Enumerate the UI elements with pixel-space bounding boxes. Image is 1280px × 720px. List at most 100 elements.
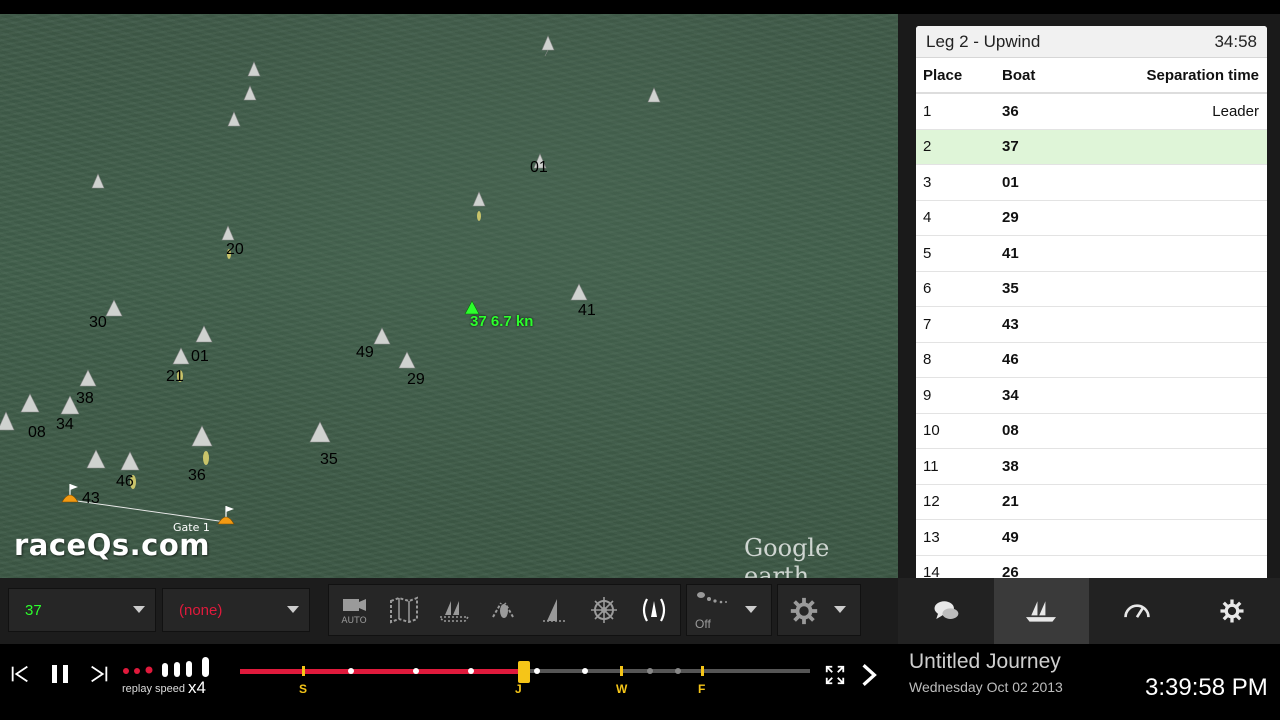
- row-place: 6: [923, 280, 932, 298]
- row-boat: 46: [1002, 351, 1019, 369]
- table-row-selected[interactable]: 2 37: [916, 129, 1267, 165]
- tab-chat[interactable]: [898, 578, 994, 644]
- chevron-down-icon: [287, 606, 299, 613]
- playback-bar: replay speed x4: [0, 644, 898, 706]
- row-boat: 36: [1002, 102, 1019, 120]
- table-row[interactable]: 9 34: [916, 378, 1267, 414]
- trail-icon: [697, 592, 727, 604]
- table-row[interactable]: 11 38: [916, 449, 1267, 485]
- compare-boat-select[interactable]: (none): [162, 588, 310, 632]
- row-place: 5: [923, 244, 932, 262]
- view-toolbar: AUTO: [328, 584, 681, 636]
- boat-label: 01: [530, 159, 548, 176]
- heel-view-button[interactable]: [629, 588, 679, 632]
- step-forward-icon[interactable]: [88, 663, 110, 685]
- camera-auto-button[interactable]: AUTO: [329, 588, 379, 632]
- boat-marker: [105, 299, 123, 317]
- timeline-marker-w[interactable]: [620, 666, 623, 676]
- laylines-button[interactable]: [479, 588, 529, 632]
- replay-speed-control[interactable]: replay speed x4: [122, 656, 214, 702]
- panel-tabs: [898, 578, 1280, 644]
- timeline-dot: [413, 668, 419, 674]
- timeline-marker-label: S: [299, 682, 308, 696]
- table-row[interactable]: 12 21: [916, 485, 1267, 520]
- timeline-marker-label: J: [515, 682, 522, 696]
- boat-label: 34: [56, 416, 74, 433]
- boat-label: 08: [28, 424, 46, 441]
- helm-view-button[interactable]: [579, 588, 629, 632]
- row-place: 7: [923, 315, 932, 333]
- tab-leaderboard[interactable]: [993, 578, 1089, 644]
- boat-marker: [91, 173, 105, 189]
- tab-settings[interactable]: [1185, 578, 1280, 644]
- row-place: 4: [923, 209, 932, 227]
- boat-label: 46: [116, 473, 134, 490]
- boat-marker: [541, 35, 555, 57]
- table-row[interactable]: 7 43: [916, 307, 1267, 343]
- trail-select[interactable]: Off: [686, 584, 772, 636]
- timeline-dot: [534, 668, 540, 674]
- timeline-marker-f[interactable]: [701, 666, 704, 676]
- timeline-progress: [240, 669, 522, 674]
- timeline-dot: [647, 668, 653, 674]
- boat-label: 36: [188, 467, 206, 484]
- table-row[interactable]: 3 01: [916, 165, 1267, 201]
- boat-marker: [570, 283, 588, 301]
- trail-value: Off: [695, 617, 711, 631]
- boat-label: 20: [226, 241, 244, 258]
- row-place: 13: [923, 528, 940, 546]
- row-place: 3: [923, 173, 932, 191]
- boat-layer: [0, 35, 661, 525]
- boat-label: 21: [166, 368, 184, 385]
- leaderboard: Leg 2 - Upwind 34:58 Place Boat Separati…: [916, 26, 1267, 578]
- timeline-scrubber[interactable]: [518, 661, 530, 683]
- row-place: 11: [923, 457, 939, 475]
- row-boat: 29: [1002, 209, 1019, 227]
- timeline-dot: [348, 668, 354, 674]
- laylines-icon: [492, 602, 514, 618]
- table-row[interactable]: 5 41: [916, 236, 1267, 272]
- leaderboard-rows: 1 36 Leader 2 37 3 01 4 29 5 41 6 35 7 43 8 46 9 3…: [916, 94, 1267, 578]
- col-separation: Separation time: [1146, 66, 1259, 84]
- table-row[interactable]: 10 08: [916, 414, 1267, 449]
- settings-select[interactable]: [777, 584, 861, 636]
- table-row[interactable]: 13 49: [916, 520, 1267, 556]
- table-row[interactable]: 4 29: [916, 201, 1267, 236]
- boat-label: 43: [82, 490, 100, 507]
- boat-marker: [398, 351, 416, 369]
- timeline-dot: [675, 668, 681, 674]
- boat-label: 30: [89, 314, 107, 331]
- fleet-icon: [1026, 601, 1057, 622]
- row-boat: 21: [1002, 493, 1019, 511]
- table-row[interactable]: 14 26: [916, 556, 1267, 578]
- timeline-dot: [468, 668, 474, 674]
- fullscreen-icon[interactable]: [824, 664, 846, 686]
- sail-view-button[interactable]: [529, 588, 579, 632]
- pause-icon[interactable]: [48, 662, 72, 686]
- boat-marker: [247, 61, 261, 77]
- timeline-marker-s[interactable]: [302, 666, 305, 676]
- row-place: 9: [923, 386, 932, 404]
- row-boat: 38: [1002, 457, 1019, 475]
- boat-marker: [20, 393, 40, 413]
- brand-logo: raceQs.com: [14, 528, 210, 562]
- gate-buoy-right: [217, 506, 235, 525]
- table-row[interactable]: 8 46: [916, 343, 1267, 378]
- table-row[interactable]: 6 35: [916, 272, 1267, 307]
- speedometer-icon: [1123, 604, 1150, 618]
- chevron-down-icon: [133, 606, 145, 613]
- table-row[interactable]: 1 36 Leader: [916, 94, 1267, 130]
- timeline-dot: [582, 668, 588, 674]
- timeline-marker-label: W: [616, 682, 628, 696]
- step-back-icon[interactable]: [9, 663, 31, 685]
- row-separation: Leader: [1212, 102, 1259, 120]
- map-view[interactable]: 01 20 30 49 29 41 01 21 38 08 34 36 35 4…: [0, 14, 898, 578]
- map-view-button[interactable]: [379, 588, 429, 632]
- row-place: 12: [923, 493, 940, 511]
- chevron-right-icon[interactable]: [856, 660, 882, 690]
- fleet-view-button[interactable]: [429, 588, 479, 632]
- primary-boat-select[interactable]: 37: [8, 588, 156, 632]
- row-boat: 41: [1002, 244, 1019, 262]
- tab-speed[interactable]: [1089, 578, 1185, 644]
- journey-title[interactable]: Untitled Journey: [909, 650, 1061, 674]
